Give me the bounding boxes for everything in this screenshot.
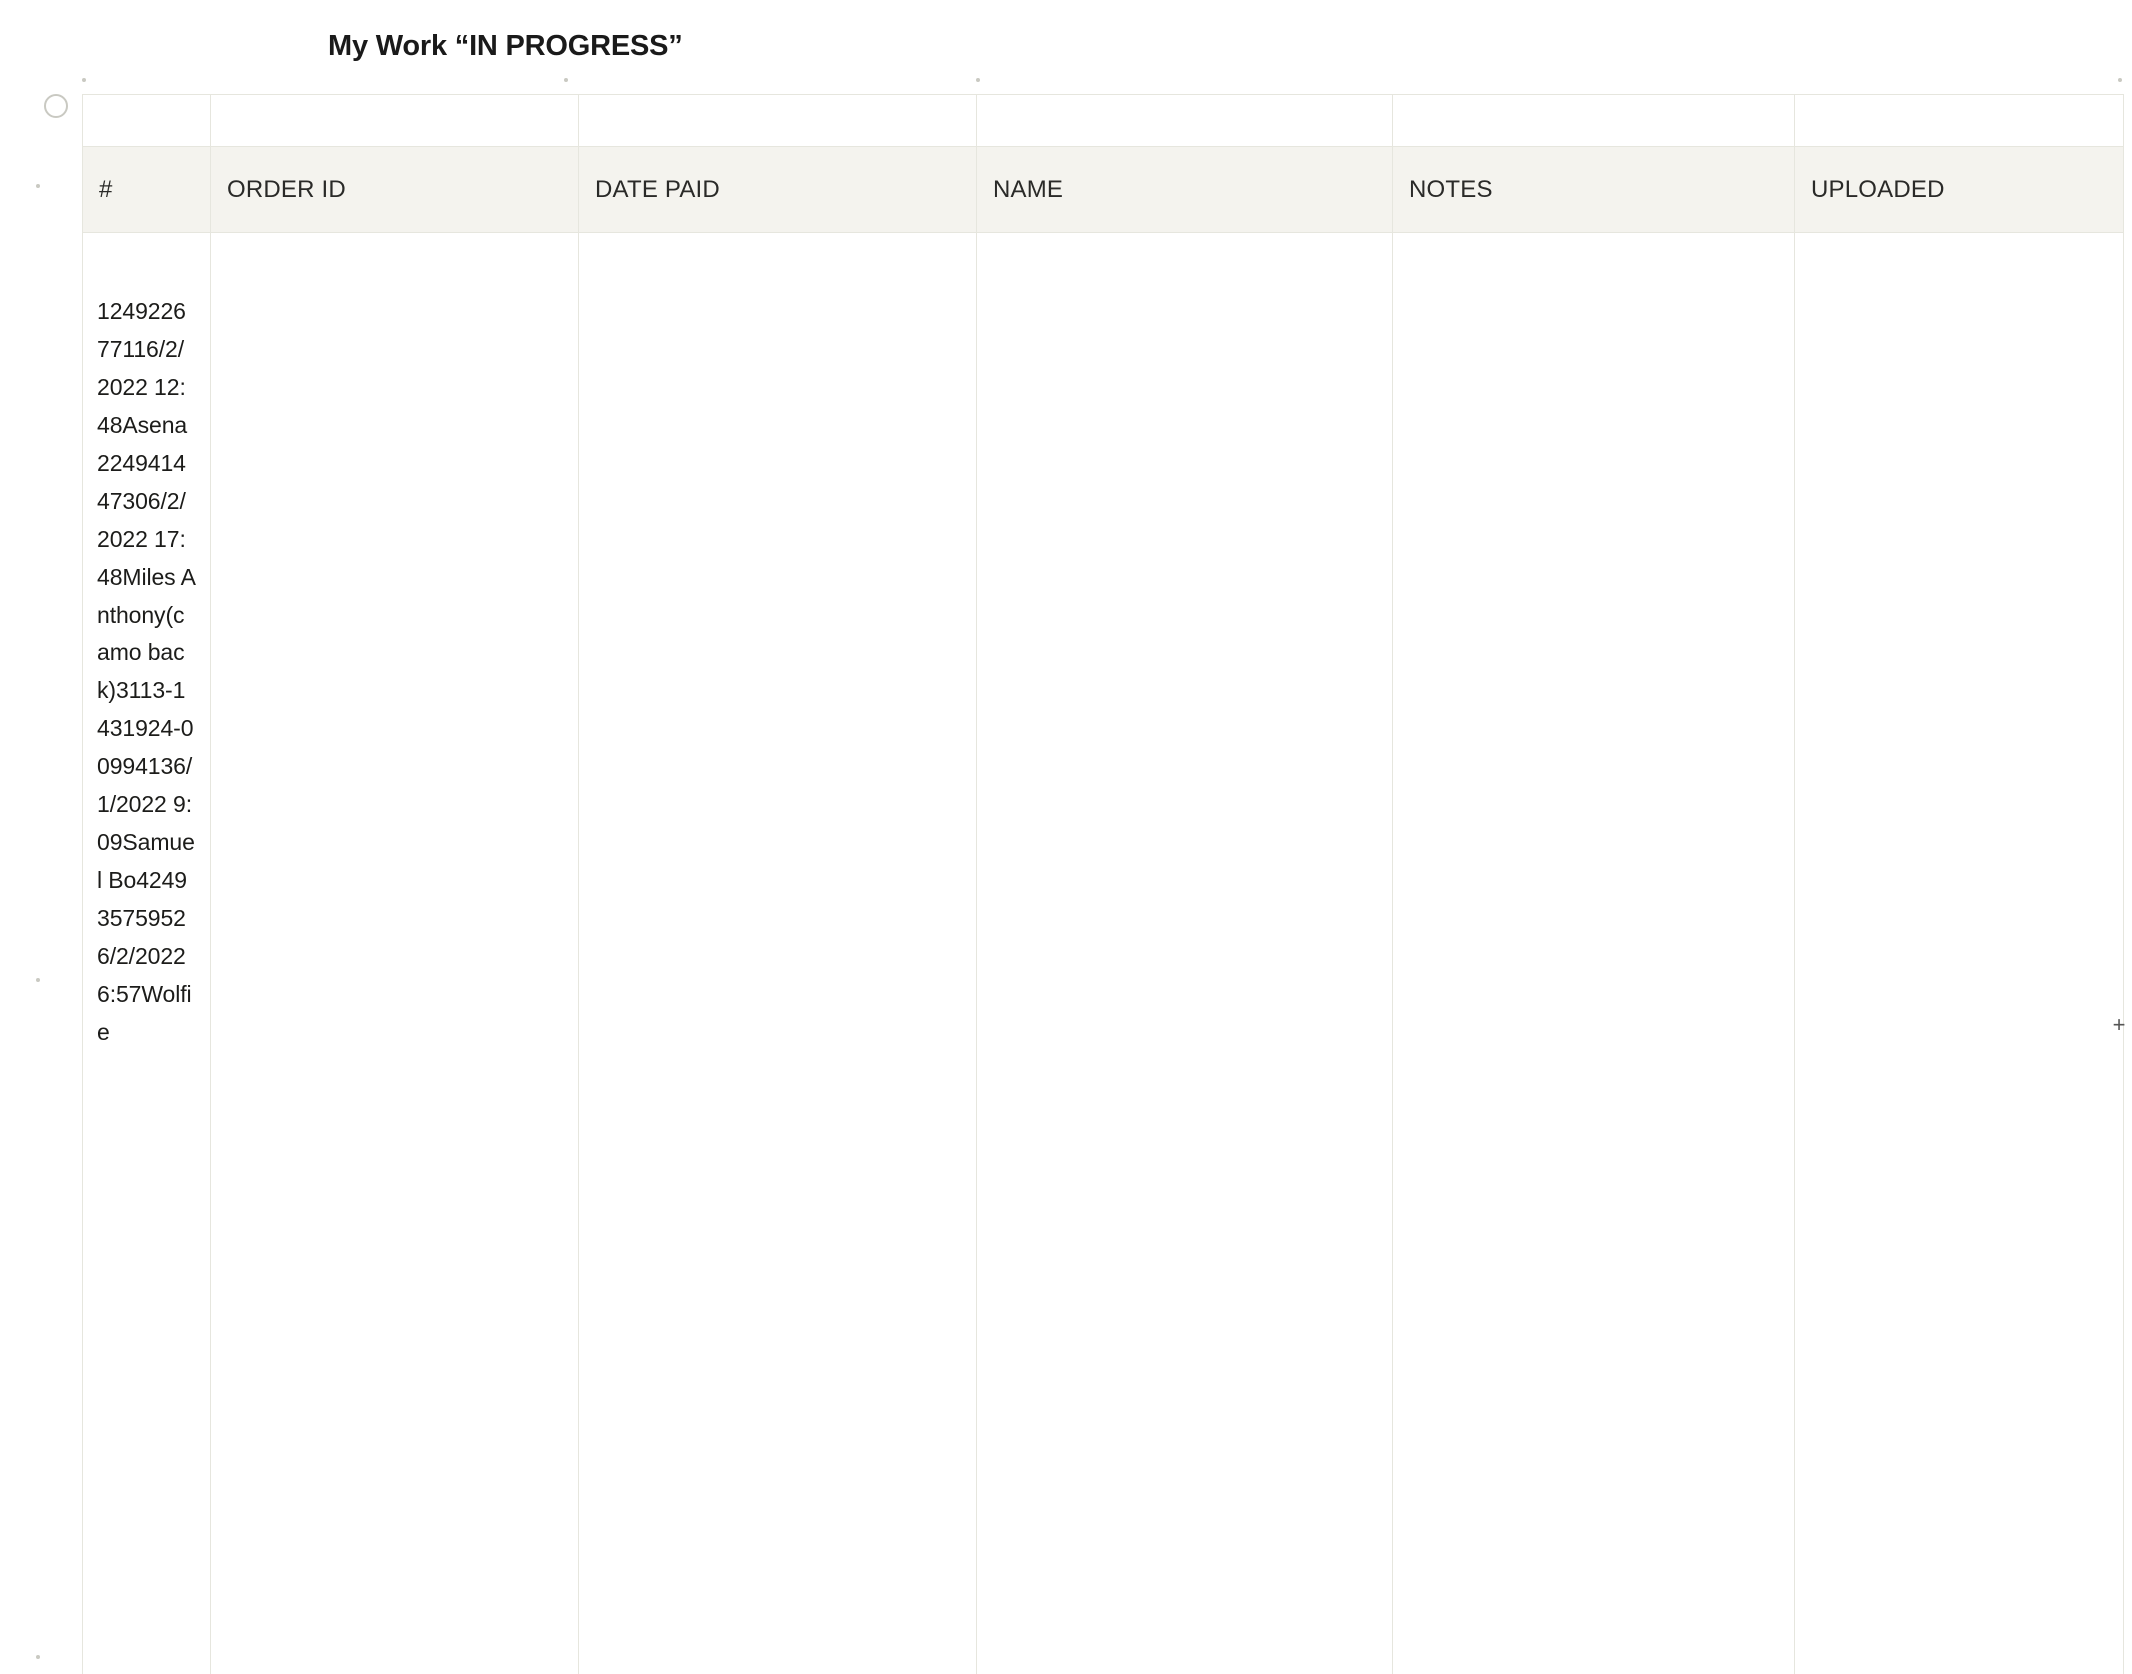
drag-guide-dot [82, 78, 86, 82]
drag-guide-dot [2118, 78, 2122, 82]
drag-guide-dot [564, 78, 568, 82]
drag-guide-dot [976, 78, 980, 82]
drag-guide-dot [36, 1655, 40, 1659]
add-column-button[interactable]: + [2108, 1014, 2130, 1036]
table-header-row: # ORDER ID DATE PAID NAME NOTES UPLOADED [83, 147, 2124, 233]
crammed-data-cell: 124922677116/2/2022 12:48Asena2249414473… [97, 293, 196, 1052]
table-cell-number[interactable]: 124922677116/2/2022 12:48Asena2249414473… [83, 233, 211, 1674]
table-cell-name[interactable] [977, 233, 1393, 1674]
column-header-number[interactable]: # [83, 147, 211, 232]
table-cell-date-paid[interactable] [579, 233, 977, 1674]
spacer-cell[interactable] [211, 95, 579, 146]
drag-guide-dot [36, 978, 40, 982]
spacer-cell[interactable] [977, 95, 1393, 146]
spacer-cell[interactable] [1393, 95, 1795, 146]
spacer-cell[interactable] [579, 95, 977, 146]
drag-guide-dot [36, 184, 40, 188]
column-header-uploaded[interactable]: UPLOADED [1795, 147, 2124, 232]
table-cell-uploaded[interactable] [1795, 233, 2124, 1674]
table-body: 124922677116/2/2022 12:48Asena2249414473… [83, 233, 2124, 1674]
page-title: My Work “IN PROGRESS” [328, 30, 2132, 63]
column-header-notes[interactable]: NOTES [1393, 147, 1795, 232]
column-header-name[interactable]: NAME [977, 147, 1393, 232]
spacer-cell[interactable] [83, 95, 211, 146]
block-drag-handle[interactable] [44, 94, 68, 118]
column-header-order-id[interactable]: ORDER ID [211, 147, 579, 232]
table-cell-notes[interactable] [1393, 233, 1795, 1674]
spacer-cell[interactable] [1795, 95, 2124, 146]
column-header-date-paid[interactable]: DATE PAID [579, 147, 977, 232]
table-top-spacer-row [83, 95, 2124, 147]
table-cell-order-id[interactable] [211, 233, 579, 1674]
work-in-progress-table[interactable]: # ORDER ID DATE PAID NAME NOTES UPLOADED… [82, 94, 2124, 1674]
